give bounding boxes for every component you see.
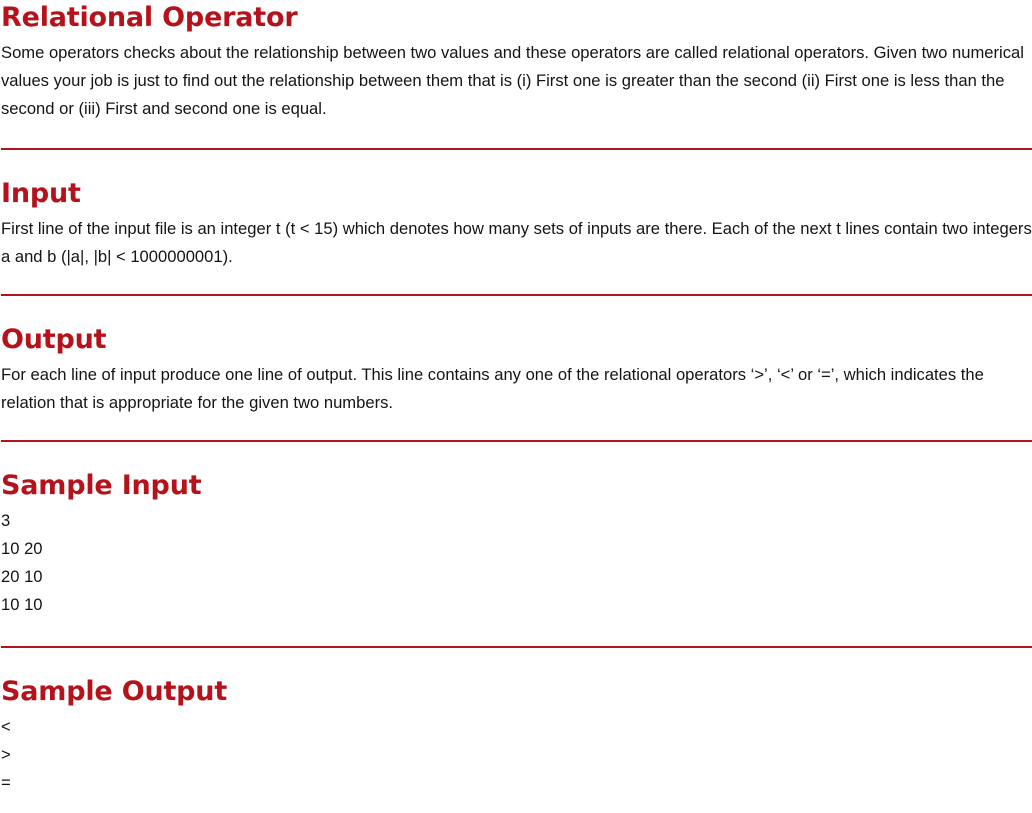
input-title: Input bbox=[1, 178, 81, 209]
problem-description: Some operators checks about the relation… bbox=[1, 43, 1024, 118]
sample-output-title: Sample Output bbox=[1, 676, 228, 707]
sample-input-block: 3 10 20 20 10 10 10 bbox=[1, 507, 1032, 619]
input-description: First line of the input file is an integ… bbox=[1, 219, 1032, 266]
sample-output-section: Sample Output < > = bbox=[1, 648, 1032, 797]
sample-output-line: > bbox=[1, 745, 11, 764]
sample-input-line: 10 20 bbox=[1, 539, 43, 558]
sample-input-line: 3 bbox=[1, 511, 11, 530]
sample-input-line: 10 10 bbox=[1, 595, 43, 614]
input-section: Input First line of the input file is an… bbox=[1, 150, 1032, 271]
sample-output-block: < > = bbox=[1, 713, 1032, 797]
sample-input-line: 20 10 bbox=[1, 567, 43, 586]
problem-title: Relational Operator bbox=[1, 2, 298, 33]
problem-section: Relational Operator Some operators check… bbox=[1, 0, 1032, 123]
sample-output-line: = bbox=[1, 773, 11, 792]
output-title: Output bbox=[1, 324, 107, 355]
output-section: Output For each line of input produce on… bbox=[1, 296, 1032, 417]
sample-input-title: Sample Input bbox=[1, 470, 202, 501]
output-description: For each line of input produce one line … bbox=[1, 365, 984, 412]
sample-input-section: Sample Input 3 10 20 20 10 10 10 bbox=[1, 442, 1032, 619]
sample-output-line: < bbox=[1, 717, 11, 736]
problem-page: Relational Operator Some operators check… bbox=[0, 0, 1032, 797]
